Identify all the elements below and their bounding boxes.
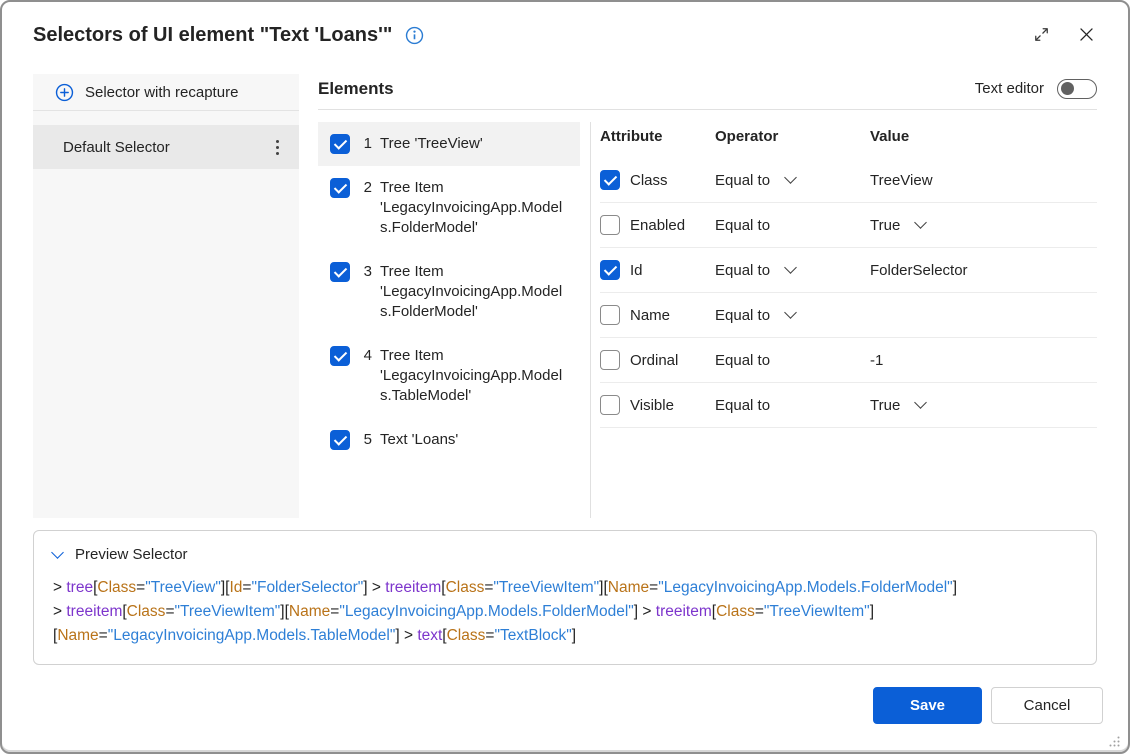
dialog-header: Selectors of UI element "Text 'Loans'" <box>33 22 1097 48</box>
attribute-name: Class <box>630 172 668 189</box>
attribute-row: Name Equal to <box>600 293 1097 338</box>
attribute-value[interactable]: -1 <box>870 352 883 369</box>
expand-icon[interactable] <box>1033 26 1050 43</box>
close-icon[interactable] <box>1078 26 1095 43</box>
column-header-operator: Operator <box>715 128 870 145</box>
element-item[interactable]: 3 Tree Item 'LegacyInvoicingApp.Models.Fo… <box>318 250 580 334</box>
attribute-row: Enabled Equal to True <box>600 203 1097 248</box>
dialog-title: Selectors of UI element "Text 'Loans'" <box>33 22 392 48</box>
preview-selector-panel: Preview Selector > tree[Class="TreeView"… <box>33 530 1097 665</box>
attribute-value[interactable]: TreeView <box>870 172 933 189</box>
info-icon[interactable] <box>405 26 424 45</box>
element-label: Tree 'TreeView' <box>380 134 568 154</box>
attribute-checkbox[interactable] <box>600 350 620 370</box>
recapture-label: Selector with recapture <box>85 84 238 101</box>
attribute-checkbox[interactable] <box>600 215 620 235</box>
save-button[interactable]: Save <box>873 687 982 724</box>
selectors-sidebar: Selector with recapture Default Selector <box>33 74 299 518</box>
element-index: 3 <box>362 262 372 282</box>
attribute-row: Class Equal to TreeView <box>600 158 1097 203</box>
chevron-down-icon <box>51 546 64 559</box>
attribute-checkbox[interactable] <box>600 170 620 190</box>
operator-value[interactable]: Equal to <box>715 262 770 279</box>
element-item[interactable]: 5 Text 'Loans' <box>318 418 580 462</box>
attribute-row: Visible Equal to True <box>600 383 1097 428</box>
chevron-down-icon[interactable] <box>784 261 797 274</box>
attribute-value[interactable]: True <box>870 217 900 234</box>
element-item[interactable]: 2 Tree Item 'LegacyInvoicingApp.Models.Fo… <box>318 166 580 250</box>
element-checkbox[interactable] <box>330 134 350 154</box>
plus-circle-icon <box>55 83 74 102</box>
chevron-down-icon[interactable] <box>784 171 797 184</box>
element-index: 5 <box>362 430 372 450</box>
attribute-name: Visible <box>630 397 674 414</box>
element-label: Tree Item 'LegacyInvoicingApp.Models.Fol… <box>380 262 568 322</box>
dialog-footer: Save Cancel <box>33 687 1103 724</box>
elements-list: 1 Tree 'TreeView' 2 Tree Item 'LegacyInvoic… <box>318 122 580 518</box>
element-label: Tree Item 'LegacyInvoicingApp.Models.Tab… <box>380 346 568 406</box>
preview-selector-heading: Preview Selector <box>75 546 188 563</box>
attribute-name: Ordinal <box>630 352 678 369</box>
element-checkbox[interactable] <box>330 430 350 450</box>
element-label: Text 'Loans' <box>380 430 568 450</box>
element-checkbox[interactable] <box>330 346 350 366</box>
attribute-row: Id Equal to FolderSelector <box>600 248 1097 293</box>
attribute-name: Id <box>630 262 643 279</box>
column-header-attribute: Attribute <box>600 128 715 145</box>
selector-with-recapture-button[interactable]: Selector with recapture <box>33 74 299 111</box>
element-label: Tree Item 'LegacyInvoicingApp.Models.Fol… <box>380 178 568 238</box>
operator-value[interactable]: Equal to <box>715 217 770 234</box>
attribute-row: Ordinal Equal to -1 <box>600 338 1097 383</box>
attribute-value[interactable]: FolderSelector <box>870 262 968 279</box>
preview-selector-code[interactable]: > tree[Class="TreeView"][Id="FolderSelec… <box>53 576 1077 648</box>
column-header-value: Value <box>870 128 1097 145</box>
selector-name: Default Selector <box>63 139 170 156</box>
element-index: 2 <box>362 178 372 198</box>
chevron-down-icon[interactable] <box>914 216 927 229</box>
chevron-down-icon[interactable] <box>914 396 927 409</box>
attribute-checkbox[interactable] <box>600 395 620 415</box>
operator-value[interactable]: Equal to <box>715 172 770 189</box>
text-editor-toggle[interactable] <box>1057 79 1097 99</box>
operator-value[interactable]: Equal to <box>715 307 770 324</box>
attributes-table: Attribute Operator Value Class Equal to Tr… <box>600 110 1097 518</box>
operator-value[interactable]: Equal to <box>715 397 770 414</box>
preview-selector-line: [Name="LegacyInvoicingApp.Models.TableMo… <box>53 624 1077 648</box>
elements-heading: Elements <box>318 79 394 99</box>
preview-selector-toggle[interactable]: Preview Selector <box>53 546 188 563</box>
toggle-knob <box>1061 82 1074 95</box>
attribute-value[interactable]: True <box>870 397 900 414</box>
attribute-name: Enabled <box>630 217 685 234</box>
sidebar-item-default-selector[interactable]: Default Selector <box>33 125 299 169</box>
kebab-menu-icon[interactable] <box>272 136 283 159</box>
element-checkbox[interactable] <box>330 262 350 282</box>
cancel-button[interactable]: Cancel <box>991 687 1103 724</box>
attribute-name: Name <box>630 307 670 324</box>
preview-selector-line: > tree[Class="TreeView"][Id="FolderSelec… <box>53 576 1077 600</box>
element-item[interactable]: 4 Tree Item 'LegacyInvoicingApp.Models.Ta… <box>318 334 580 418</box>
element-checkbox[interactable] <box>330 178 350 198</box>
element-index: 4 <box>362 346 372 366</box>
resize-grip[interactable] <box>1106 733 1121 748</box>
chevron-down-icon[interactable] <box>784 306 797 319</box>
elements-panel: Elements Text editor 1 Tree 'TreeView' 2 Tr… <box>318 74 1097 518</box>
attribute-checkbox[interactable] <box>600 260 620 280</box>
element-item[interactable]: 1 Tree 'TreeView' <box>318 122 580 166</box>
attribute-checkbox[interactable] <box>600 305 620 325</box>
operator-value[interactable]: Equal to <box>715 352 770 369</box>
text-editor-label: Text editor <box>975 80 1044 97</box>
element-index: 1 <box>362 134 372 154</box>
attributes-table-header: Attribute Operator Value <box>600 110 1097 158</box>
vertical-divider <box>590 122 591 518</box>
selectors-dialog: Selectors of UI element "Text 'Loans'" S… <box>0 0 1130 754</box>
preview-selector-line: > treeitem[Class="TreeViewItem"][Name="L… <box>53 600 1077 624</box>
